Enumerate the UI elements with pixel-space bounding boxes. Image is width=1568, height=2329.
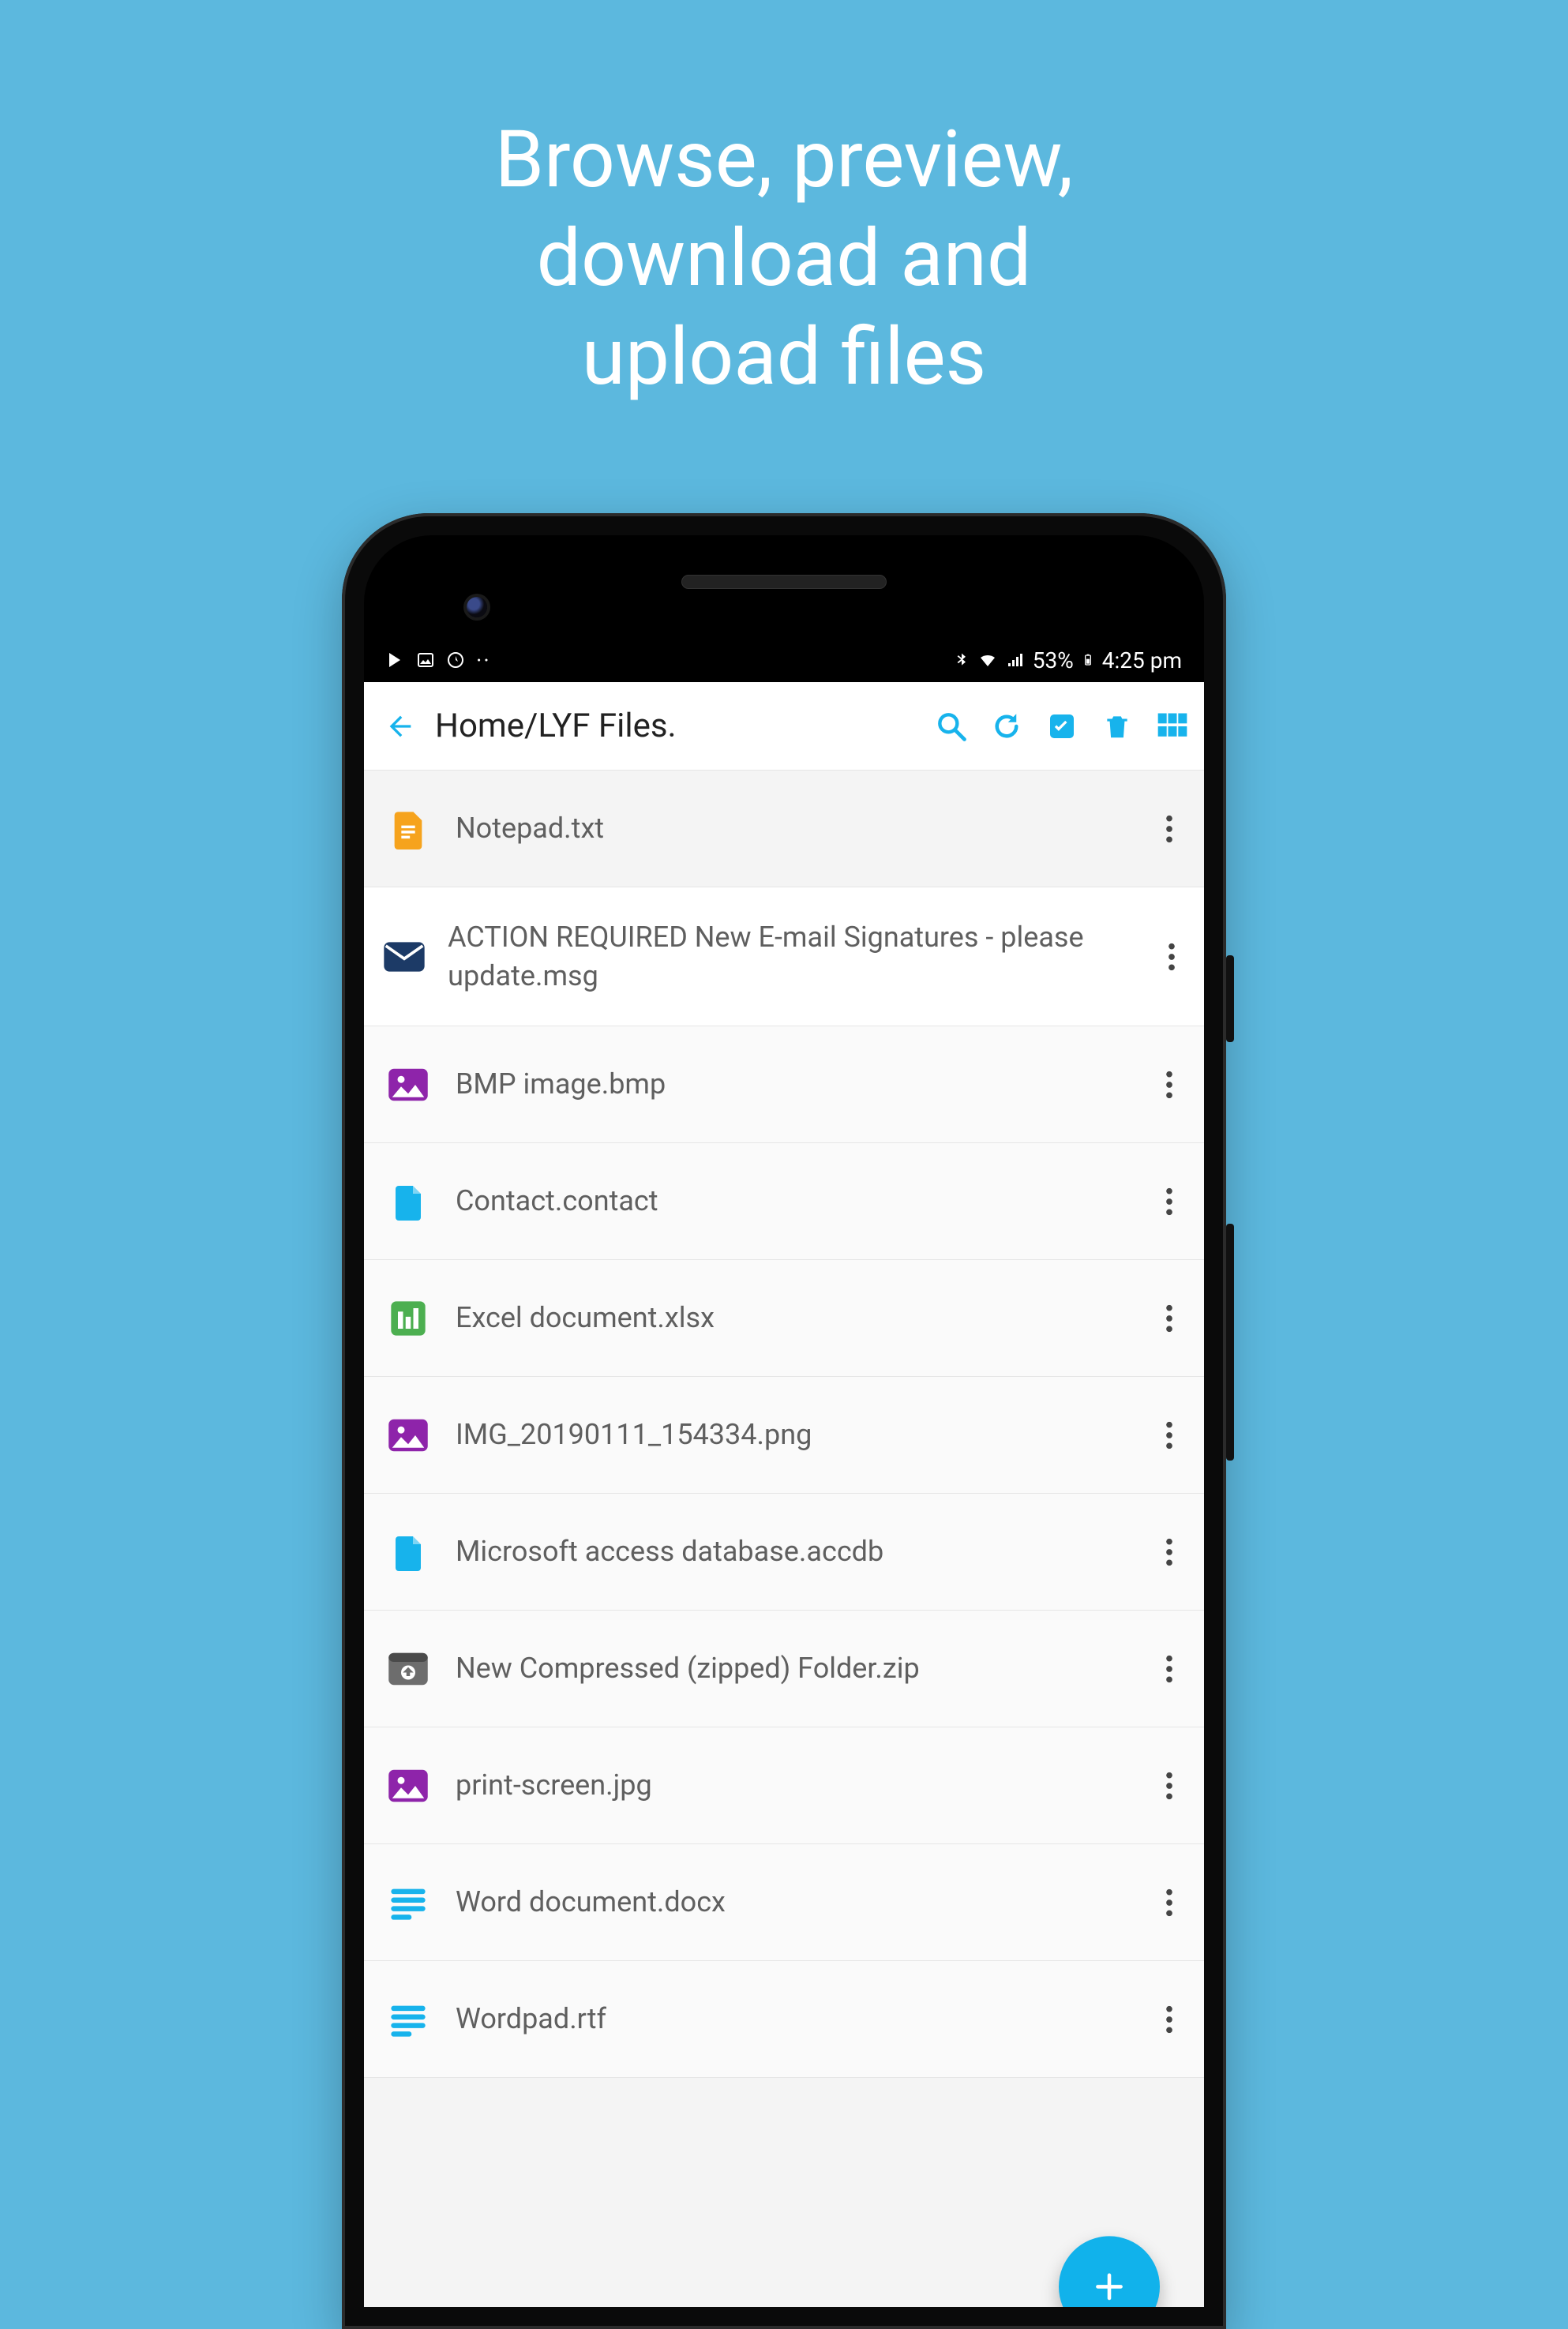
device-earpiece [681,575,887,589]
file-more-button[interactable] [1157,941,1185,973]
file-row[interactable]: print-screen.jpg [364,1727,1204,1844]
battery-pct: 53% [1033,647,1074,673]
device-bezel: ·· 53% 4:25 pm [364,535,1204,2307]
back-arrow-icon [384,711,416,742]
image-icon [380,1767,437,1805]
app-bar-actions [934,709,1190,744]
file-row[interactable]: Notepad.txt [364,771,1204,887]
doc-icon [380,2002,437,2037]
screen: ·· 53% 4:25 pm [364,638,1204,2307]
delete-button[interactable] [1100,709,1135,744]
file-name: Notepad.txt [456,809,1135,848]
doc-icon [380,1885,437,1920]
file-row[interactable]: ACTION REQUIRED New E-mail Signatures - … [364,887,1204,1026]
sync-icon [446,651,465,669]
refresh-button[interactable] [989,709,1024,744]
file-row[interactable]: Contact.contact [364,1143,1204,1260]
file-name: Microsoft access database.accdb [456,1532,1135,1571]
add-fab[interactable] [1059,2236,1160,2307]
status-bar: ·· 53% 4:25 pm [364,638,1204,682]
breadcrumb[interactable]: Home/LYF Files. [429,707,928,745]
device-front-camera [467,597,487,617]
zip-icon [380,1650,437,1688]
file-row[interactable]: Wordpad.rtf [364,1961,1204,2078]
file-name: Contact.contact [456,1182,1135,1221]
back-button[interactable] [378,711,422,742]
file-icon [380,1179,437,1225]
mail-icon [380,939,429,974]
add-icon [1090,2267,1129,2306]
battery-icon [1082,651,1094,669]
more-notifs-icon: ·· [476,647,491,673]
file-more-button[interactable] [1153,1536,1185,1568]
trash-icon [1102,710,1132,743]
hero-headline: Browse, preview, download and upload fil… [0,111,1568,407]
hero-line-1: Browse, preview, [0,111,1568,209]
file-name: BMP image.bmp [456,1065,1135,1104]
file-more-button[interactable] [1153,1420,1185,1451]
device-frame: ·· 53% 4:25 pm [342,513,1226,2329]
grid-view-icon [1155,709,1190,744]
select-all-button[interactable] [1045,709,1079,744]
file-name: New Compressed (zipped) Folder.zip [456,1649,1135,1688]
file-name: Excel document.xlsx [456,1299,1135,1337]
file-row[interactable]: New Compressed (zipped) Folder.zip [364,1611,1204,1727]
file-name: IMG_20190111_154334.png [456,1416,1135,1454]
file-more-button[interactable] [1153,1770,1185,1802]
file-more-button[interactable] [1153,1303,1185,1334]
file-list[interactable]: Notepad.txt ACTION REQUIRED New E-mail S… [364,771,1204,2078]
refresh-icon [990,710,1023,743]
search-icon [934,709,969,744]
clock: 4:25 pm [1102,647,1182,673]
image-icon [380,1416,437,1454]
file-more-button[interactable] [1153,1653,1185,1685]
xls-icon [380,1298,437,1339]
wifi-icon [977,651,998,669]
status-left: ·· [386,647,491,673]
file-more-button[interactable] [1153,813,1185,845]
picture-icon [416,651,435,669]
file-name: Wordpad.rtf [456,2000,1135,2038]
status-right: 53% 4:25 pm [954,647,1182,673]
file-row[interactable]: IMG_20190111_154334.png [364,1377,1204,1494]
select-all-icon [1046,711,1078,742]
file-more-button[interactable] [1153,1069,1185,1101]
hero-line-2: download and [0,209,1568,308]
file-name: print-screen.jpg [456,1766,1135,1805]
bluetooth-icon [954,651,970,669]
text-icon [380,806,437,852]
file-row[interactable]: Microsoft access database.accdb [364,1494,1204,1611]
signal-icon [1006,651,1025,669]
play-store-icon [386,651,405,669]
hero-line-3: upload files [0,308,1568,407]
image-icon [380,1066,437,1104]
file-name: ACTION REQUIRED New E-mail Signatures - … [448,918,1138,995]
file-more-button[interactable] [1153,1186,1185,1217]
app-bar: Home/LYF Files. [364,682,1204,771]
device-side-button [1226,955,1234,1042]
file-name: Word document.docx [456,1883,1135,1922]
search-button[interactable] [934,709,969,744]
file-more-button[interactable] [1153,2004,1185,2035]
file-row[interactable]: BMP image.bmp [364,1026,1204,1143]
file-more-button[interactable] [1153,1887,1185,1918]
grid-view-button[interactable] [1155,709,1190,744]
file-row[interactable]: Word document.docx [364,1844,1204,1961]
device-volume-rocker [1226,1224,1234,1461]
file-icon [380,1529,437,1575]
file-row[interactable]: Excel document.xlsx [364,1260,1204,1377]
